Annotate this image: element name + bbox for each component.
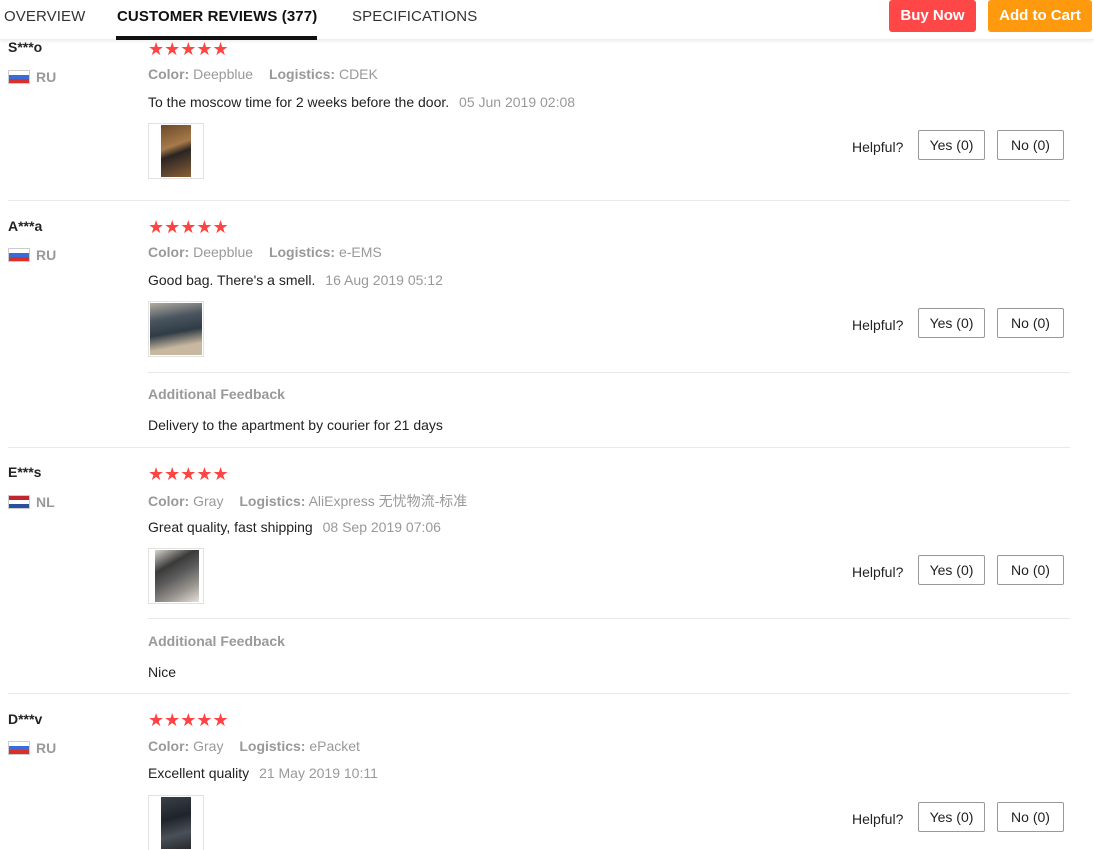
additional-feedback-title: Additional Feedback [148,633,285,649]
bag-photo [161,797,191,849]
color-value: Gray [193,738,224,754]
product-tab-bar: OVERVIEW CUSTOMER REVIEWS (377) SPECIFIC… [0,0,1094,40]
logistics-label: Logistics: [239,493,306,509]
reviewer-name: E***s [8,464,42,480]
helpful-yes-button[interactable]: Yes (0) [918,308,985,338]
review-date: 05 Jun 2019 02:08 [459,94,576,110]
logistics-value: e-EMS [338,244,382,260]
additional-feedback-text: Delivery to the apartment by courier for… [148,417,443,433]
reviewer-name: A***a [8,218,43,234]
star-rating: ★★★★★ [148,39,229,59]
additional-feedback-text: Nice [148,664,177,680]
buy-now-button[interactable]: Buy Now [889,0,976,32]
reviewer-country: RU [8,69,56,85]
add-to-cart-button[interactable]: Add to Cart [988,0,1092,32]
additional-feedback-divider [148,372,1070,373]
review-text: Excellent quality 21 May 2019 10:11 [148,765,378,781]
logistics-label: Logistics: [268,66,336,82]
logistics-label: Logistics: [268,244,336,260]
review-divider [8,447,1070,448]
helpful-yes-button[interactable]: Yes (0) [918,802,985,832]
review-meta: Color: Gray Logistics: ePacket [148,738,360,754]
star-rating: ★★★★★ [148,464,229,484]
russia-flag-icon [8,70,30,84]
additional-feedback-divider [148,618,1070,619]
helpful-no-button[interactable]: No (0) [997,130,1064,160]
review-date: 16 Aug 2019 05:12 [325,272,443,288]
review-date: 21 May 2019 10:11 [259,765,378,781]
bag-photo [161,125,191,177]
helpful-no-button[interactable]: No (0) [997,802,1064,832]
color-value: Deepblue [193,244,254,260]
review-photo-thumbnail[interactable] [148,795,204,850]
color-value: Gray [193,493,224,509]
star-rating: ★★★★★ [148,217,229,237]
color-value: Deepblue [193,66,254,82]
review-date: 08 Sep 2019 07:06 [322,519,441,535]
helpful-label: Helpful? [852,317,904,333]
reviewer-country: RU [8,247,56,263]
review-divider [8,200,1070,201]
reviewer-name: S***o [8,39,43,55]
helpful-label: Helpful? [852,564,904,580]
country-code: RU [36,69,57,85]
review-meta: Color: Deepblue Logistics: CDEK [148,66,378,82]
review-text: To the moscow time for 2 weeks before th… [148,94,575,110]
tab-customer-reviews[interactable]: CUSTOMER REVIEWS (377) [117,8,317,25]
helpful-label: Helpful? [852,811,904,827]
review-photo-thumbnail[interactable] [148,301,204,357]
color-label: Color: [148,493,190,509]
color-label: Color: [148,66,190,82]
russia-flag-icon [8,248,30,262]
star-rating: ★★★★★ [148,710,229,730]
feedback-text: Good bag. There's a smell. [148,272,316,288]
feedback-text: Excellent quality [148,765,250,781]
feedback-text: Great quality, fast shipping [148,519,313,535]
review-meta: Color: Gray Logistics: AliExpress 无忧物流-标… [148,491,467,511]
additional-feedback-title: Additional Feedback [148,386,285,402]
helpful-yes-button[interactable]: Yes (0) [918,555,985,585]
review-text: Great quality, fast shipping 08 Sep 2019… [148,519,441,535]
feedback-text: To the moscow time for 2 weeks before th… [148,94,450,110]
review-meta: Color: Deepblue Logistics: e-EMS [148,244,382,260]
netherlands-flag-icon [8,495,30,509]
review-photo-thumbnail[interactable] [148,123,204,179]
reviewer-name: D***v [8,711,43,727]
active-tab-indicator [116,36,317,40]
logistics-value: ePacket [309,738,360,754]
country-code: RU [36,247,57,263]
color-label: Color: [148,738,190,754]
russia-flag-icon [8,741,30,755]
country-code: RU [36,740,57,756]
color-label: Color: [148,244,190,260]
tab-specifications[interactable]: SPECIFICATIONS [352,8,477,25]
bag-photo [150,303,202,355]
helpful-yes-button[interactable]: Yes (0) [918,130,985,160]
logistics-value: CDEK [338,66,378,82]
helpful-no-button[interactable]: No (0) [997,555,1064,585]
helpful-label: Helpful? [852,139,904,155]
bag-photo [155,550,199,602]
review-text: Good bag. There's a smell. 16 Aug 2019 0… [148,272,443,288]
helpful-no-button[interactable]: No (0) [997,308,1064,338]
logistics-label: Logistics: [239,738,306,754]
logistics-value: AliExpress 无忧物流-标准 [308,493,468,509]
review-photo-thumbnail[interactable] [148,548,204,604]
country-code: NL [36,494,55,510]
review-divider [8,693,1070,694]
reviewer-country: NL [8,494,55,510]
tab-overview[interactable]: OVERVIEW [4,8,85,25]
reviewer-country: RU [8,740,56,756]
